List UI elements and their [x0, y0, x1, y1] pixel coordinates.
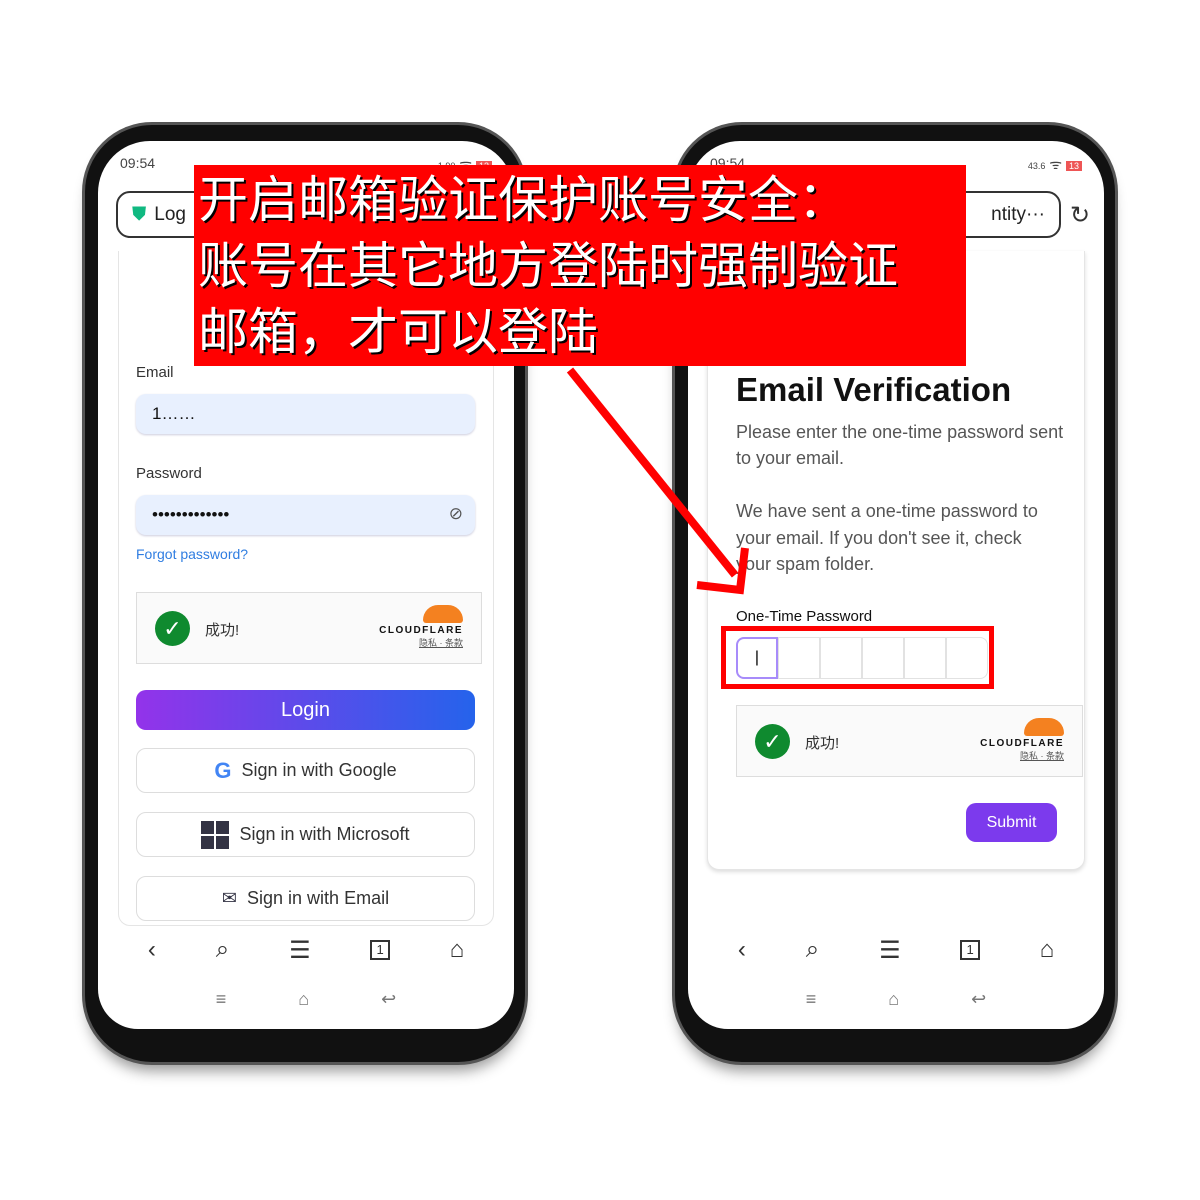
annotation-banner: 开启邮箱验证保护账号安全： 账号在其它地方登陆时强制验证 邮箱，才可以登陆: [194, 165, 966, 366]
banner-line-1: 开启邮箱验证保护账号安全：: [198, 172, 848, 228]
banner-line-3: 邮箱，才可以登陆: [198, 304, 598, 360]
banner-line-2: 账号在其它地方登陆时强制验证: [198, 238, 898, 294]
